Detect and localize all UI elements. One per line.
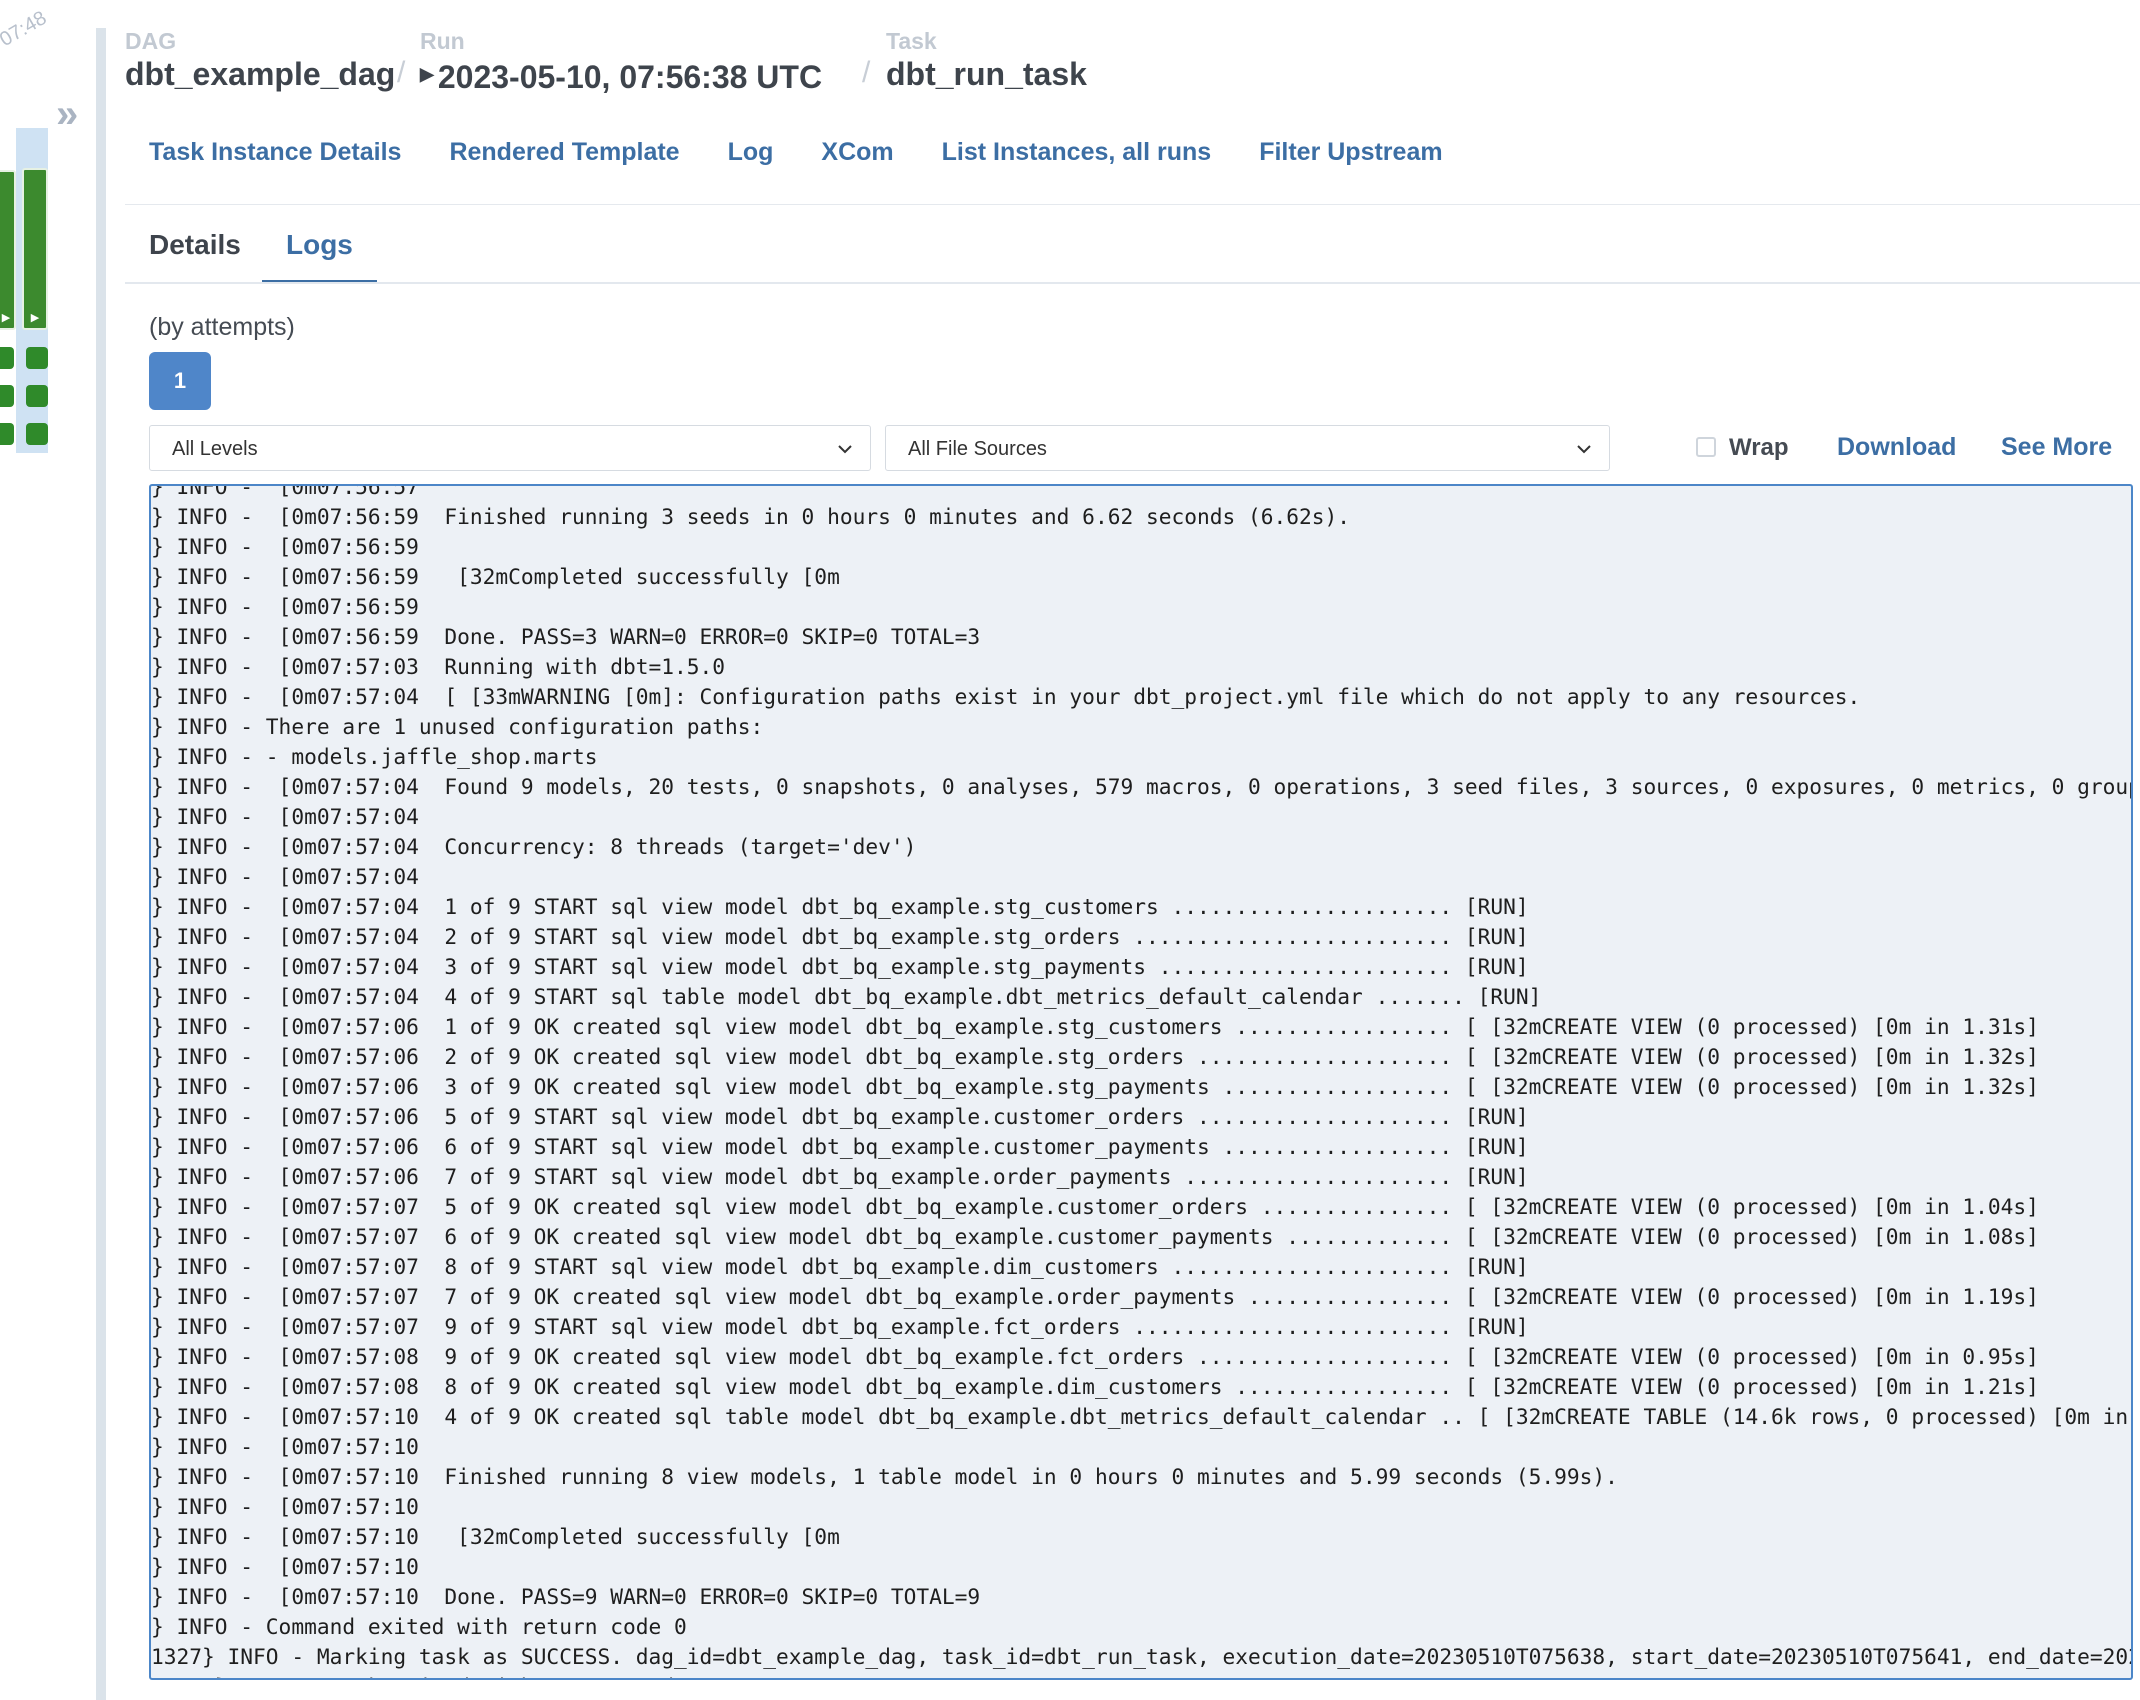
nav-log[interactable]: Log bbox=[728, 138, 774, 167]
panel-resize-divider[interactable] bbox=[96, 28, 106, 1700]
log-line: } INFO - [0m07:56:57 bbox=[151, 484, 419, 499]
breadcrumb-run-label: Run bbox=[420, 28, 465, 54]
nav-divider bbox=[125, 204, 2140, 205]
tab-details[interactable]: Details bbox=[125, 224, 265, 284]
file-source-select[interactable]: All File Sources bbox=[885, 425, 1610, 471]
attempts-label: (by attempts) bbox=[149, 313, 295, 341]
log-line: } INFO - [0m07:57:08 9 of 9 OK created s… bbox=[151, 1344, 2039, 1369]
breadcrumb-dag-label: DAG bbox=[125, 28, 177, 54]
breadcrumb-task-label: Task bbox=[886, 28, 937, 54]
play-icon: ▶ bbox=[1, 312, 11, 324]
log-line: } INFO - [0m07:57:10 Done. PASS=9 WARN=0… bbox=[151, 1584, 981, 1609]
log-line: } INFO - [0m07:57:03 Running with dbt=1.… bbox=[151, 654, 726, 679]
log-line: } INFO - [0m07:57:06 3 of 9 OK created s… bbox=[151, 1074, 2039, 1099]
download-link[interactable]: Download bbox=[1837, 433, 1956, 462]
log-line: } INFO - [0m07:57:04 1 of 9 START sql vi… bbox=[151, 894, 1529, 919]
log-line: } INFO - [0m07:56:59 [32mCompleted succe… bbox=[151, 564, 840, 589]
log-line: } INFO - [0m07:57:10 [32mCompleted succe… bbox=[151, 1524, 840, 1549]
log-line: } INFO - - models.jaffle_shop.marts bbox=[151, 744, 598, 769]
log-line: } INFO - [0m07:56:59 bbox=[151, 594, 419, 619]
task-instance-square[interactable] bbox=[26, 423, 48, 445]
wrap-checkbox[interactable] bbox=[1696, 437, 1716, 457]
log-line: } INFO - [0m07:57:04 Found 9 models, 20 … bbox=[151, 774, 2133, 799]
breadcrumb-task[interactable]: Task dbt_run_task bbox=[886, 28, 1087, 94]
log-line: } INFO - [0m07:57:10 Finished running 8 … bbox=[151, 1464, 1618, 1489]
log-line: } INFO - [0m07:57:04 2 of 9 START sql vi… bbox=[151, 924, 1529, 949]
log-line: } INFO - [0m07:57:06 6 of 9 START sql vi… bbox=[151, 1134, 1529, 1159]
log-line: } INFO - There are 1 unused configuratio… bbox=[151, 714, 764, 739]
dag-run-bar-selected[interactable]: ▶ bbox=[22, 168, 48, 330]
log-line: } INFO - [0m07:57:10 4 of 9 OK created s… bbox=[151, 1404, 2133, 1429]
log-line: } INFO - [0m07:57:06 1 of 9 OK created s… bbox=[151, 1014, 2039, 1039]
detail-tabs: Details Logs bbox=[125, 224, 2140, 284]
nav-xcom[interactable]: XCom bbox=[821, 138, 893, 167]
log-line: } INFO - [0m07:57:04 bbox=[151, 864, 419, 889]
log-line: } INFO - [0m07:57:07 7 of 9 OK created s… bbox=[151, 1284, 2039, 1309]
breadcrumb-task-value[interactable]: dbt_run_task bbox=[886, 54, 1087, 94]
log-line: } INFO - [0m07:57:10 bbox=[151, 1434, 419, 1459]
breadcrumb-separator: / bbox=[397, 56, 406, 89]
log-line: y:212} INFO - Task exited with return co… bbox=[151, 1672, 2131, 1678]
breadcrumb-dag[interactable]: DAG dbt_example_dag bbox=[125, 28, 395, 94]
log-line: } INFO - [0m07:57:04 4 of 9 START sql ta… bbox=[151, 984, 1542, 1009]
tabs-divider bbox=[125, 282, 2140, 284]
log-lines: } INFO - [0m07:56:57 } INFO - [0m07:56:59… bbox=[151, 484, 2133, 1678]
log-line: } INFO - [0m07:57:04 bbox=[151, 804, 419, 829]
log-line: } INFO - [0m07:57:10 bbox=[151, 1494, 419, 1519]
log-line: } INFO - [0m07:57:04 [ [33mWARNING [0m]:… bbox=[151, 684, 1861, 709]
log-line: } INFO - [0m07:57:06 5 of 9 START sql vi… bbox=[151, 1104, 1529, 1129]
log-line: } INFO - [0m07:57:07 9 of 9 START sql vi… bbox=[151, 1314, 1529, 1339]
file-source-select-value: All File Sources bbox=[908, 438, 1047, 460]
attempt-1-button[interactable]: 1 bbox=[149, 352, 211, 410]
see-more-link[interactable]: See More bbox=[2001, 433, 2112, 462]
log-line: } INFO - [0m07:56:59 bbox=[151, 534, 419, 559]
log-line: } INFO - [0m07:57:07 8 of 9 START sql vi… bbox=[151, 1254, 1529, 1279]
breadcrumb-separator: / bbox=[862, 56, 871, 89]
dag-run-bar[interactable]: ▶ bbox=[0, 170, 16, 330]
nav-list-instances[interactable]: List Instances, all runs bbox=[942, 138, 1212, 167]
breadcrumb-run[interactable]: Run ▶ 2023-05-10, 07:56:38 UTC bbox=[420, 28, 822, 97]
chevron-down-icon bbox=[1577, 445, 1591, 454]
tab-logs[interactable]: Logs bbox=[262, 224, 377, 284]
log-line: } INFO - Command exited with return code… bbox=[151, 1614, 687, 1639]
grid-time-label: 07:48 bbox=[0, 6, 51, 52]
log-line: } INFO - [0m07:57:04 Concurrency: 8 thre… bbox=[151, 834, 917, 859]
wrap-label[interactable]: Wrap bbox=[1729, 434, 1789, 462]
log-line: } INFO - [0m07:57:04 3 of 9 START sql vi… bbox=[151, 954, 1529, 979]
play-icon: ▶ bbox=[420, 64, 434, 84]
collapse-grid-icon[interactable]: » bbox=[56, 94, 78, 134]
log-line: } INFO - [0m07:57:07 5 of 9 OK created s… bbox=[151, 1194, 2039, 1219]
log-line: } INFO - [0m07:56:59 Finished running 3 … bbox=[151, 504, 1351, 529]
log-line: } INFO - [0m07:57:06 2 of 9 OK created s… bbox=[151, 1044, 2039, 1069]
log-level-select-value: All Levels bbox=[172, 438, 258, 460]
play-icon: ▶ bbox=[30, 312, 40, 324]
task-instance-square[interactable] bbox=[0, 385, 14, 407]
nav-rendered-template[interactable]: Rendered Template bbox=[449, 138, 679, 167]
log-line: } INFO - [0m07:57:10 bbox=[151, 1554, 419, 1579]
chevron-down-icon bbox=[838, 445, 852, 454]
log-output-panel[interactable]: } INFO - [0m07:56:57 } INFO - [0m07:56:59… bbox=[149, 484, 2133, 1680]
breadcrumb-run-value[interactable]: ▶ 2023-05-10, 07:56:38 UTC bbox=[420, 54, 822, 97]
dag-grid-strip: 07:48 » ▶ ▶ bbox=[0, 0, 110, 1700]
nav-task-instance-details[interactable]: Task Instance Details bbox=[149, 138, 401, 167]
log-line: } INFO - [0m07:57:06 7 of 9 START sql vi… bbox=[151, 1164, 1529, 1189]
task-instance-square[interactable] bbox=[26, 385, 48, 407]
log-level-select[interactable]: All Levels bbox=[149, 425, 871, 471]
log-line: 1327} INFO - Marking task as SUCCESS. da… bbox=[151, 1644, 2133, 1669]
log-line: } INFO - [0m07:57:07 6 of 9 OK created s… bbox=[151, 1224, 2039, 1249]
log-line: } INFO - [0m07:57:08 8 of 9 OK created s… bbox=[151, 1374, 2039, 1399]
breadcrumb-dag-value[interactable]: dbt_example_dag bbox=[125, 54, 395, 94]
task-instance-square[interactable] bbox=[0, 347, 14, 369]
log-line: } INFO - [0m07:56:59 Done. PASS=3 WARN=0… bbox=[151, 624, 981, 649]
task-instance-nav: Task Instance Details Rendered Template … bbox=[149, 138, 1491, 167]
task-instance-square[interactable] bbox=[0, 423, 14, 445]
nav-filter-upstream[interactable]: Filter Upstream bbox=[1259, 138, 1442, 167]
task-instance-square[interactable] bbox=[26, 347, 48, 369]
